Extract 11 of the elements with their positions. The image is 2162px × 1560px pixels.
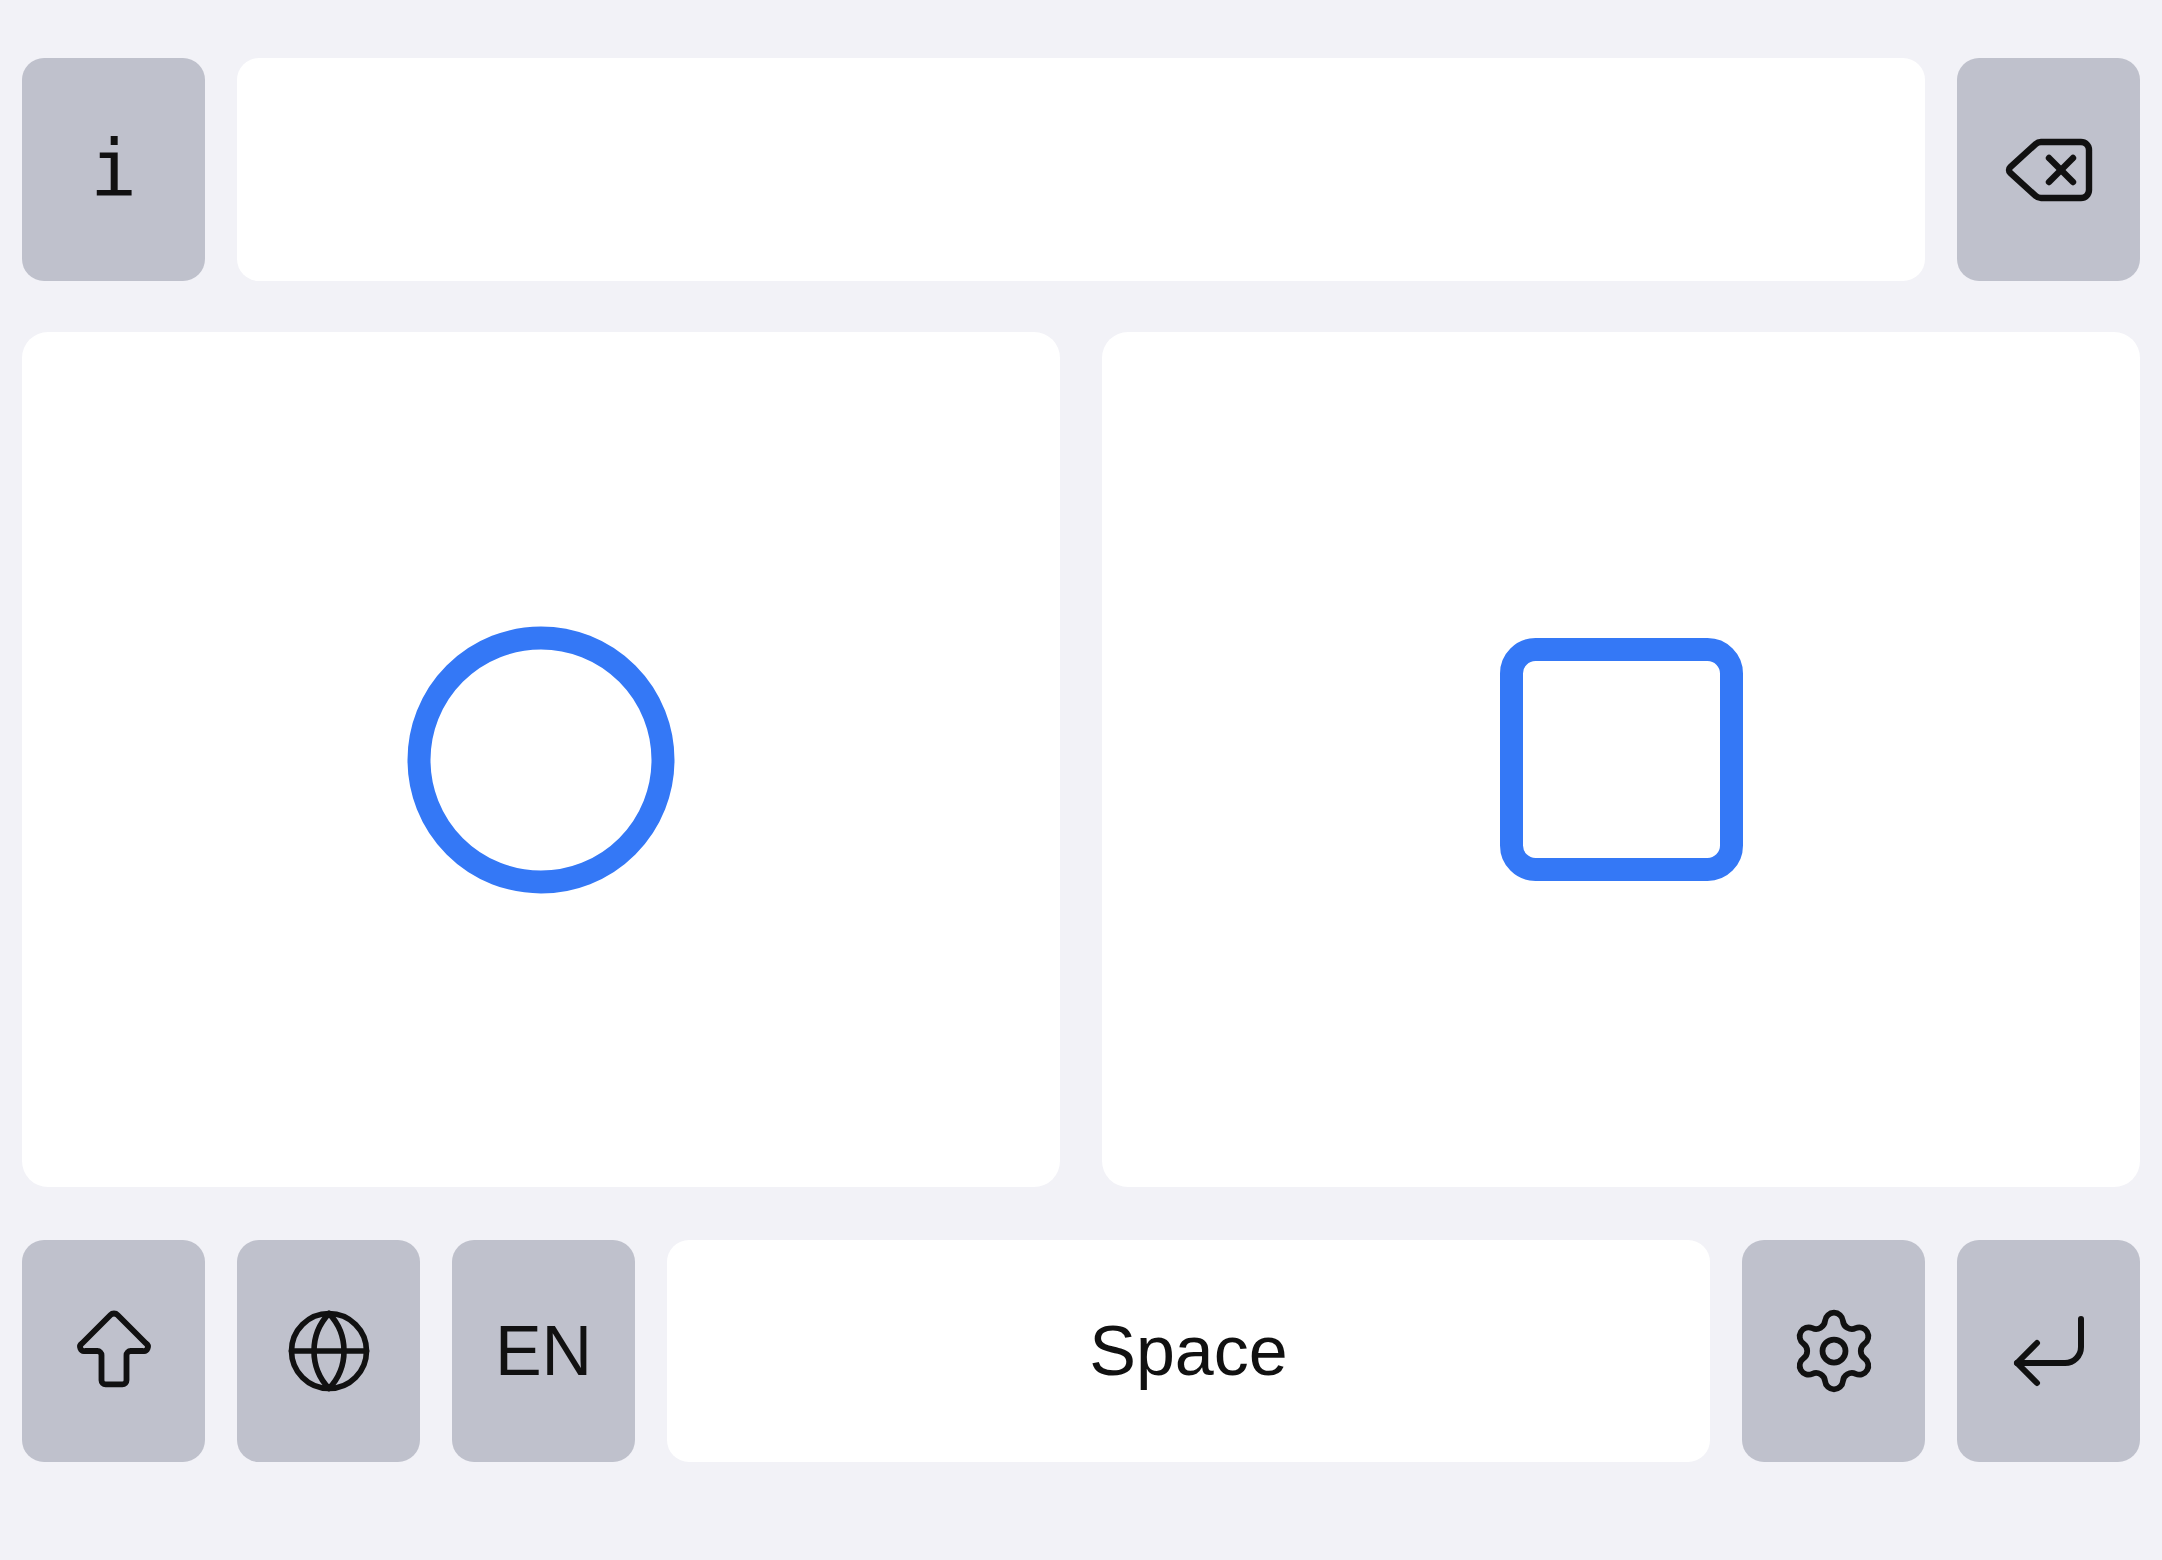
globe-key[interactable] <box>237 1240 420 1462</box>
return-key[interactable] <box>1957 1240 2140 1462</box>
shift-key[interactable] <box>22 1240 205 1462</box>
backspace-key[interactable] <box>1957 58 2140 281</box>
language-key[interactable]: EN <box>452 1240 635 1462</box>
circle-icon <box>407 625 675 894</box>
info-key[interactable]: i <box>22 58 205 281</box>
settings-key[interactable] <box>1742 1240 1925 1462</box>
space-key[interactable]: Space <box>667 1240 1710 1462</box>
gesture-pad[interactable] <box>1102 332 2140 1187</box>
square-icon <box>1499 638 1743 881</box>
